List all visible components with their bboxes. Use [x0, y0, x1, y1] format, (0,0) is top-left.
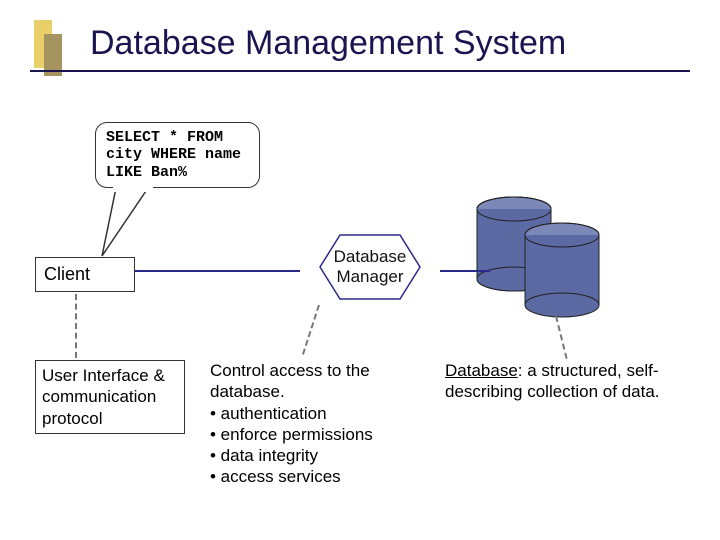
- client-node: Client: [35, 257, 135, 292]
- database-manager-label: Database Manager: [300, 232, 440, 302]
- sql-query-bubble: SELECT * FROM city WHERE name LIKE Ban%: [95, 122, 260, 188]
- database-cluster-icon: [475, 195, 650, 320]
- title-underline: [30, 70, 690, 72]
- client-description-text: User Interface & communication protocol: [35, 360, 185, 434]
- sql-line-2: city WHERE name: [106, 146, 249, 163]
- speech-bubble-tail-icon: [98, 186, 158, 258]
- sql-line-1: SELECT * FROM: [106, 129, 249, 146]
- manager-desc-bullet-4: • access services: [210, 466, 425, 487]
- page-title: Database Management System: [90, 24, 566, 63]
- database-description: Database: a structured, self-describing …: [445, 360, 695, 403]
- sql-line-3: LIKE Ban%: [106, 164, 249, 181]
- connector-client-manager: [135, 270, 300, 272]
- client-description: User Interface & communication protocol: [35, 360, 185, 434]
- database-term: Database: [445, 361, 518, 380]
- database-manager-node: Database Manager: [300, 232, 440, 302]
- connector-manager-database: [440, 270, 490, 272]
- manager-desc-bullet-1: • authentication: [210, 403, 425, 424]
- manager-desc-line1: Control access to the database.: [210, 360, 425, 403]
- client-label: Client: [44, 264, 90, 284]
- manager-description: Control access to the database. • authen…: [210, 360, 425, 488]
- manager-desc-bullet-3: • data integrity: [210, 445, 425, 466]
- leader-line-client: [75, 294, 77, 358]
- leader-line-manager: [302, 305, 320, 355]
- manager-desc-bullet-2: • enforce permissions: [210, 424, 425, 445]
- leader-line-database: [555, 316, 568, 359]
